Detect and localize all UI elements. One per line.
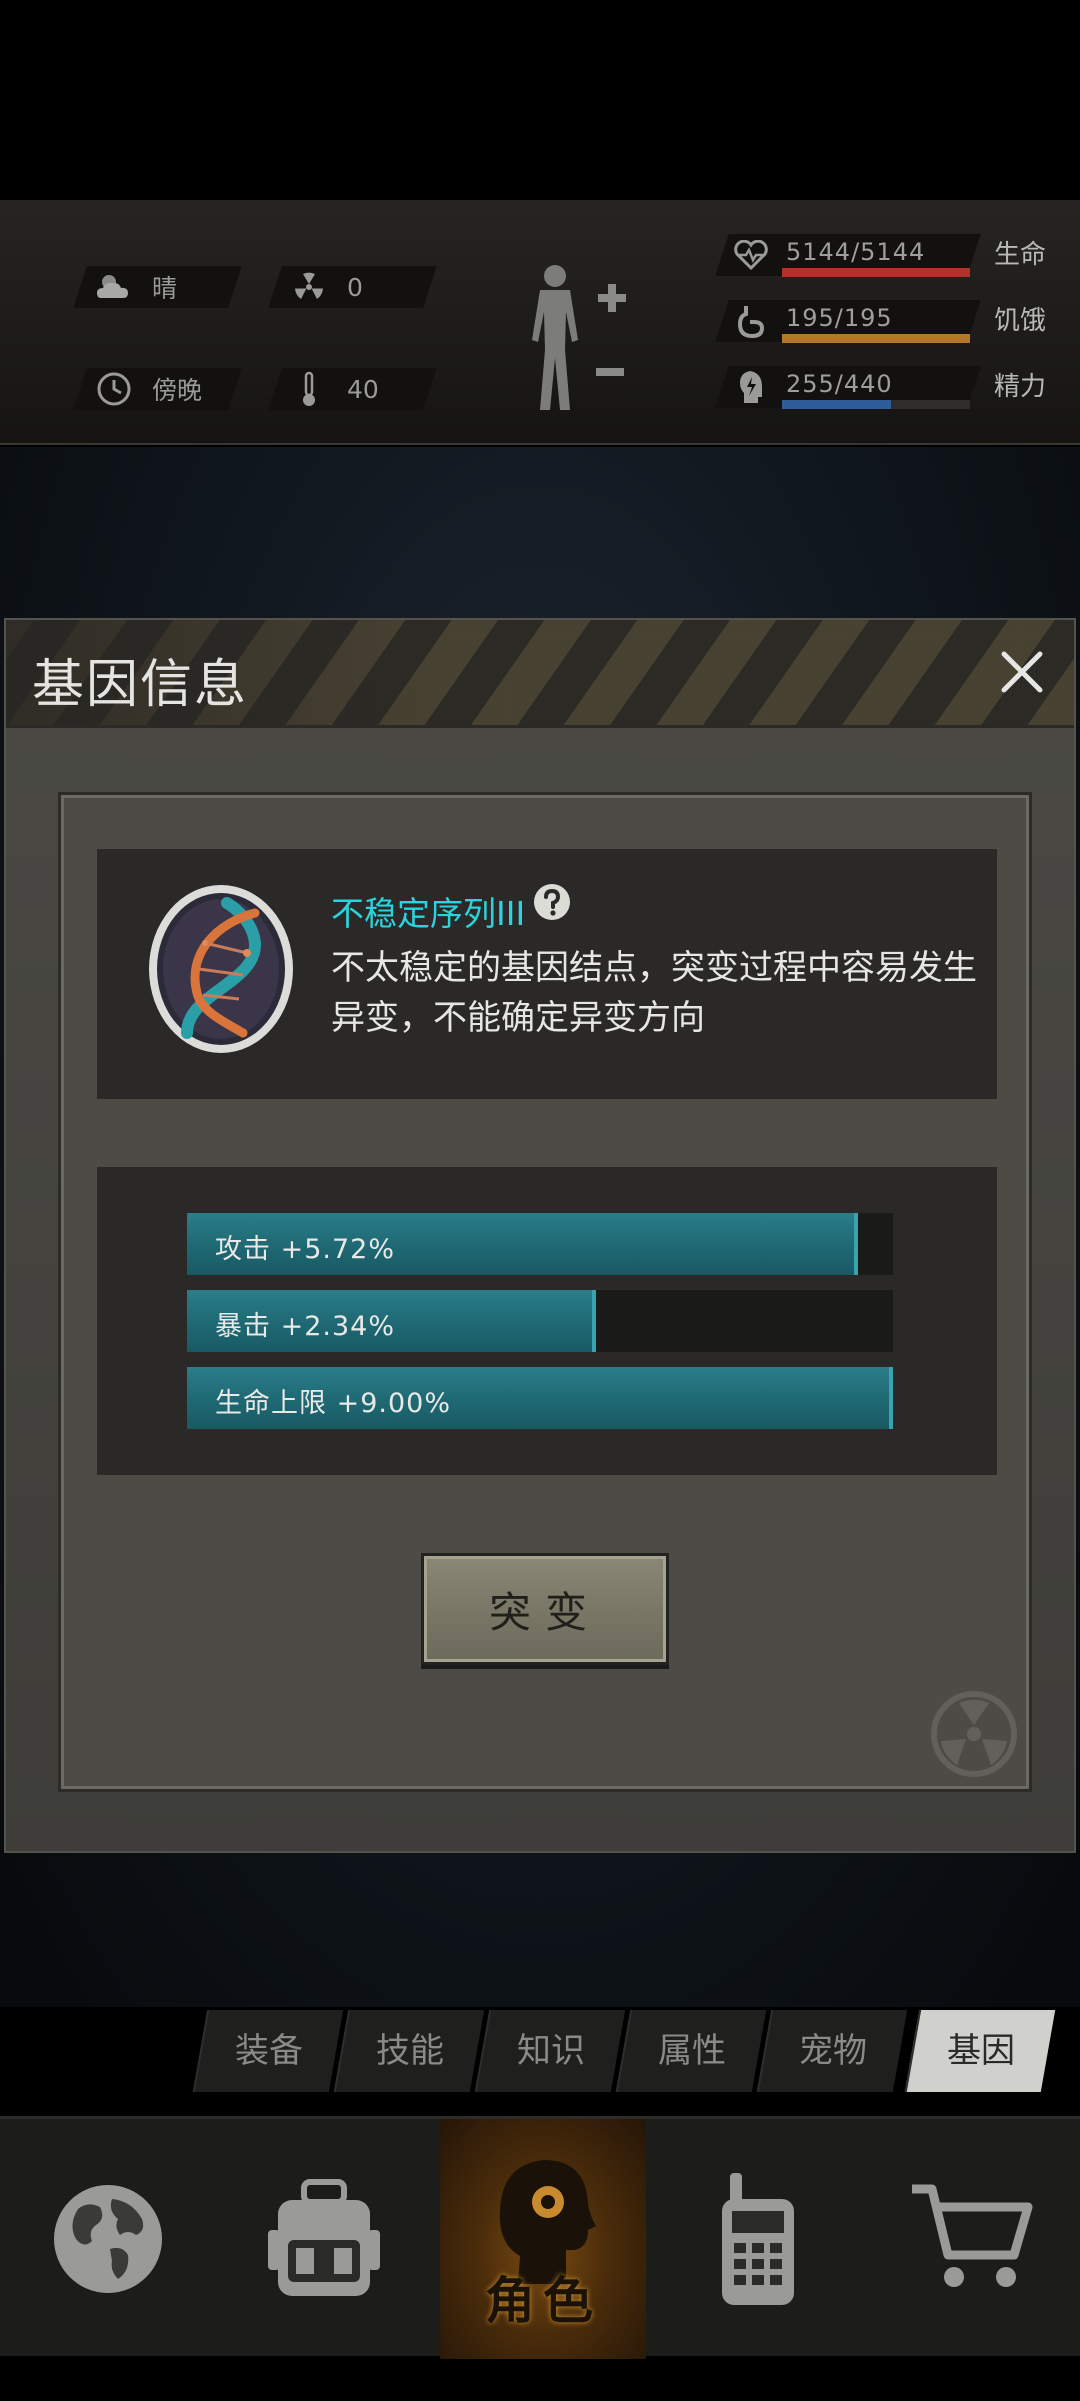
weather-value: 晴 — [152, 274, 178, 303]
nav-radio[interactable] — [650, 2119, 866, 2359]
tab-pets[interactable]: 宠物 — [756, 2010, 908, 2092]
energy-bar-fill — [782, 400, 892, 409]
radio-icon — [722, 2173, 794, 2305]
heart-icon — [732, 236, 770, 274]
weather-cell: 晴 — [73, 266, 242, 308]
radiation-icon — [289, 267, 329, 307]
attribute-list: 攻击 +5.72% 暴击 +2.34% 生命上限 +9.00% — [97, 1167, 997, 1475]
radiation-value: 0 — [347, 272, 363, 302]
bottom-navigation: 角色 — [0, 2116, 1080, 2359]
backpack-icon — [268, 2179, 380, 2296]
attribute-row-max-hp: 生命上限 +9.00% — [187, 1367, 893, 1429]
dialog-title: 基因信息 — [32, 655, 249, 715]
stomach-icon — [732, 302, 770, 340]
gene-description: 不太稳定的基因结点，突变过程中容易发生异变，不能确定异变方向 — [331, 948, 977, 1038]
nav-shop[interactable] — [866, 2119, 1080, 2359]
attribute-label: 攻击 +5.72% — [215, 1234, 395, 1265]
cart-icon — [912, 2184, 1033, 2287]
temperature-cell: 40 — [268, 368, 437, 410]
tab-skills[interactable]: 技能 — [333, 2010, 485, 2092]
gene-summary: 不稳定序列III 不太稳定的基因结点，突变过程中容易发生异变，不能确定异变方向 — [97, 849, 997, 1099]
energy-icon — [732, 368, 770, 406]
time-value: 傍晚 — [152, 376, 203, 405]
radiation-cell: 0 — [268, 266, 437, 308]
gene-info-dialog: 基因信息 不稳定序列III 不太稳定的基因结点，突变过程中容易发生异变，不能确定… — [4, 618, 1076, 1853]
attribute-row-attack: 攻击 +5.72% — [187, 1213, 893, 1275]
stat-energy: 255/440 精力 — [715, 360, 1062, 412]
stat-hunger: 195/195 饥饿 — [715, 294, 1062, 346]
health-bar-fill — [782, 268, 970, 277]
body-status-icon[interactable] — [520, 260, 630, 420]
time-cell: 傍晚 — [73, 368, 242, 410]
hunger-bar-fill — [782, 334, 970, 343]
nav-inventory[interactable] — [216, 2119, 432, 2359]
tab-genes[interactable]: 基因 — [904, 2010, 1056, 2092]
help-question-icon[interactable] — [533, 883, 571, 921]
character-subtabs: 装备 技能 知识 属性 宠物 基因 — [192, 2010, 1060, 2092]
nav-world[interactable] — [0, 2119, 216, 2359]
dialog-header: 基因信息 — [6, 620, 1074, 728]
status-bar: 晴 0 傍晚 40 5144/5144 生命 195/195 饥饿 255/44… — [0, 200, 1080, 445]
radiation-watermark-icon — [931, 1691, 1017, 1777]
mutate-button[interactable]: 突变 — [421, 1553, 669, 1665]
gene-panel: 不稳定序列III 不太稳定的基因结点，突变过程中容易发生异变，不能确定异变方向 … — [58, 792, 1032, 1792]
attribute-label: 生命上限 +9.00% — [215, 1388, 451, 1419]
gene-name: 不稳定序列III — [331, 894, 526, 933]
nav-character-label: 角色 — [485, 2272, 601, 2330]
clock-icon — [94, 369, 134, 409]
attribute-row-crit: 暴击 +2.34% — [187, 1290, 893, 1352]
attribute-label: 暴击 +2.34% — [215, 1311, 395, 1342]
tab-knowledge[interactable]: 知识 — [474, 2010, 626, 2092]
temperature-value: 40 — [347, 374, 379, 404]
close-icon — [1001, 651, 1043, 693]
thermometer-icon — [289, 369, 329, 409]
mutate-button-label: 突变 — [488, 1587, 601, 1637]
tab-attributes[interactable]: 属性 — [615, 2010, 767, 2092]
globe-icon — [54, 2185, 162, 2293]
close-button[interactable] — [990, 640, 1054, 704]
tab-equipment[interactable]: 装备 — [192, 2010, 344, 2092]
nav-character[interactable]: 角色 — [440, 2119, 646, 2359]
dna-emblem-icon — [149, 885, 293, 1053]
stat-health: 5144/5144 生命 — [715, 228, 1062, 280]
weather-cloud-sun-icon — [94, 267, 134, 307]
